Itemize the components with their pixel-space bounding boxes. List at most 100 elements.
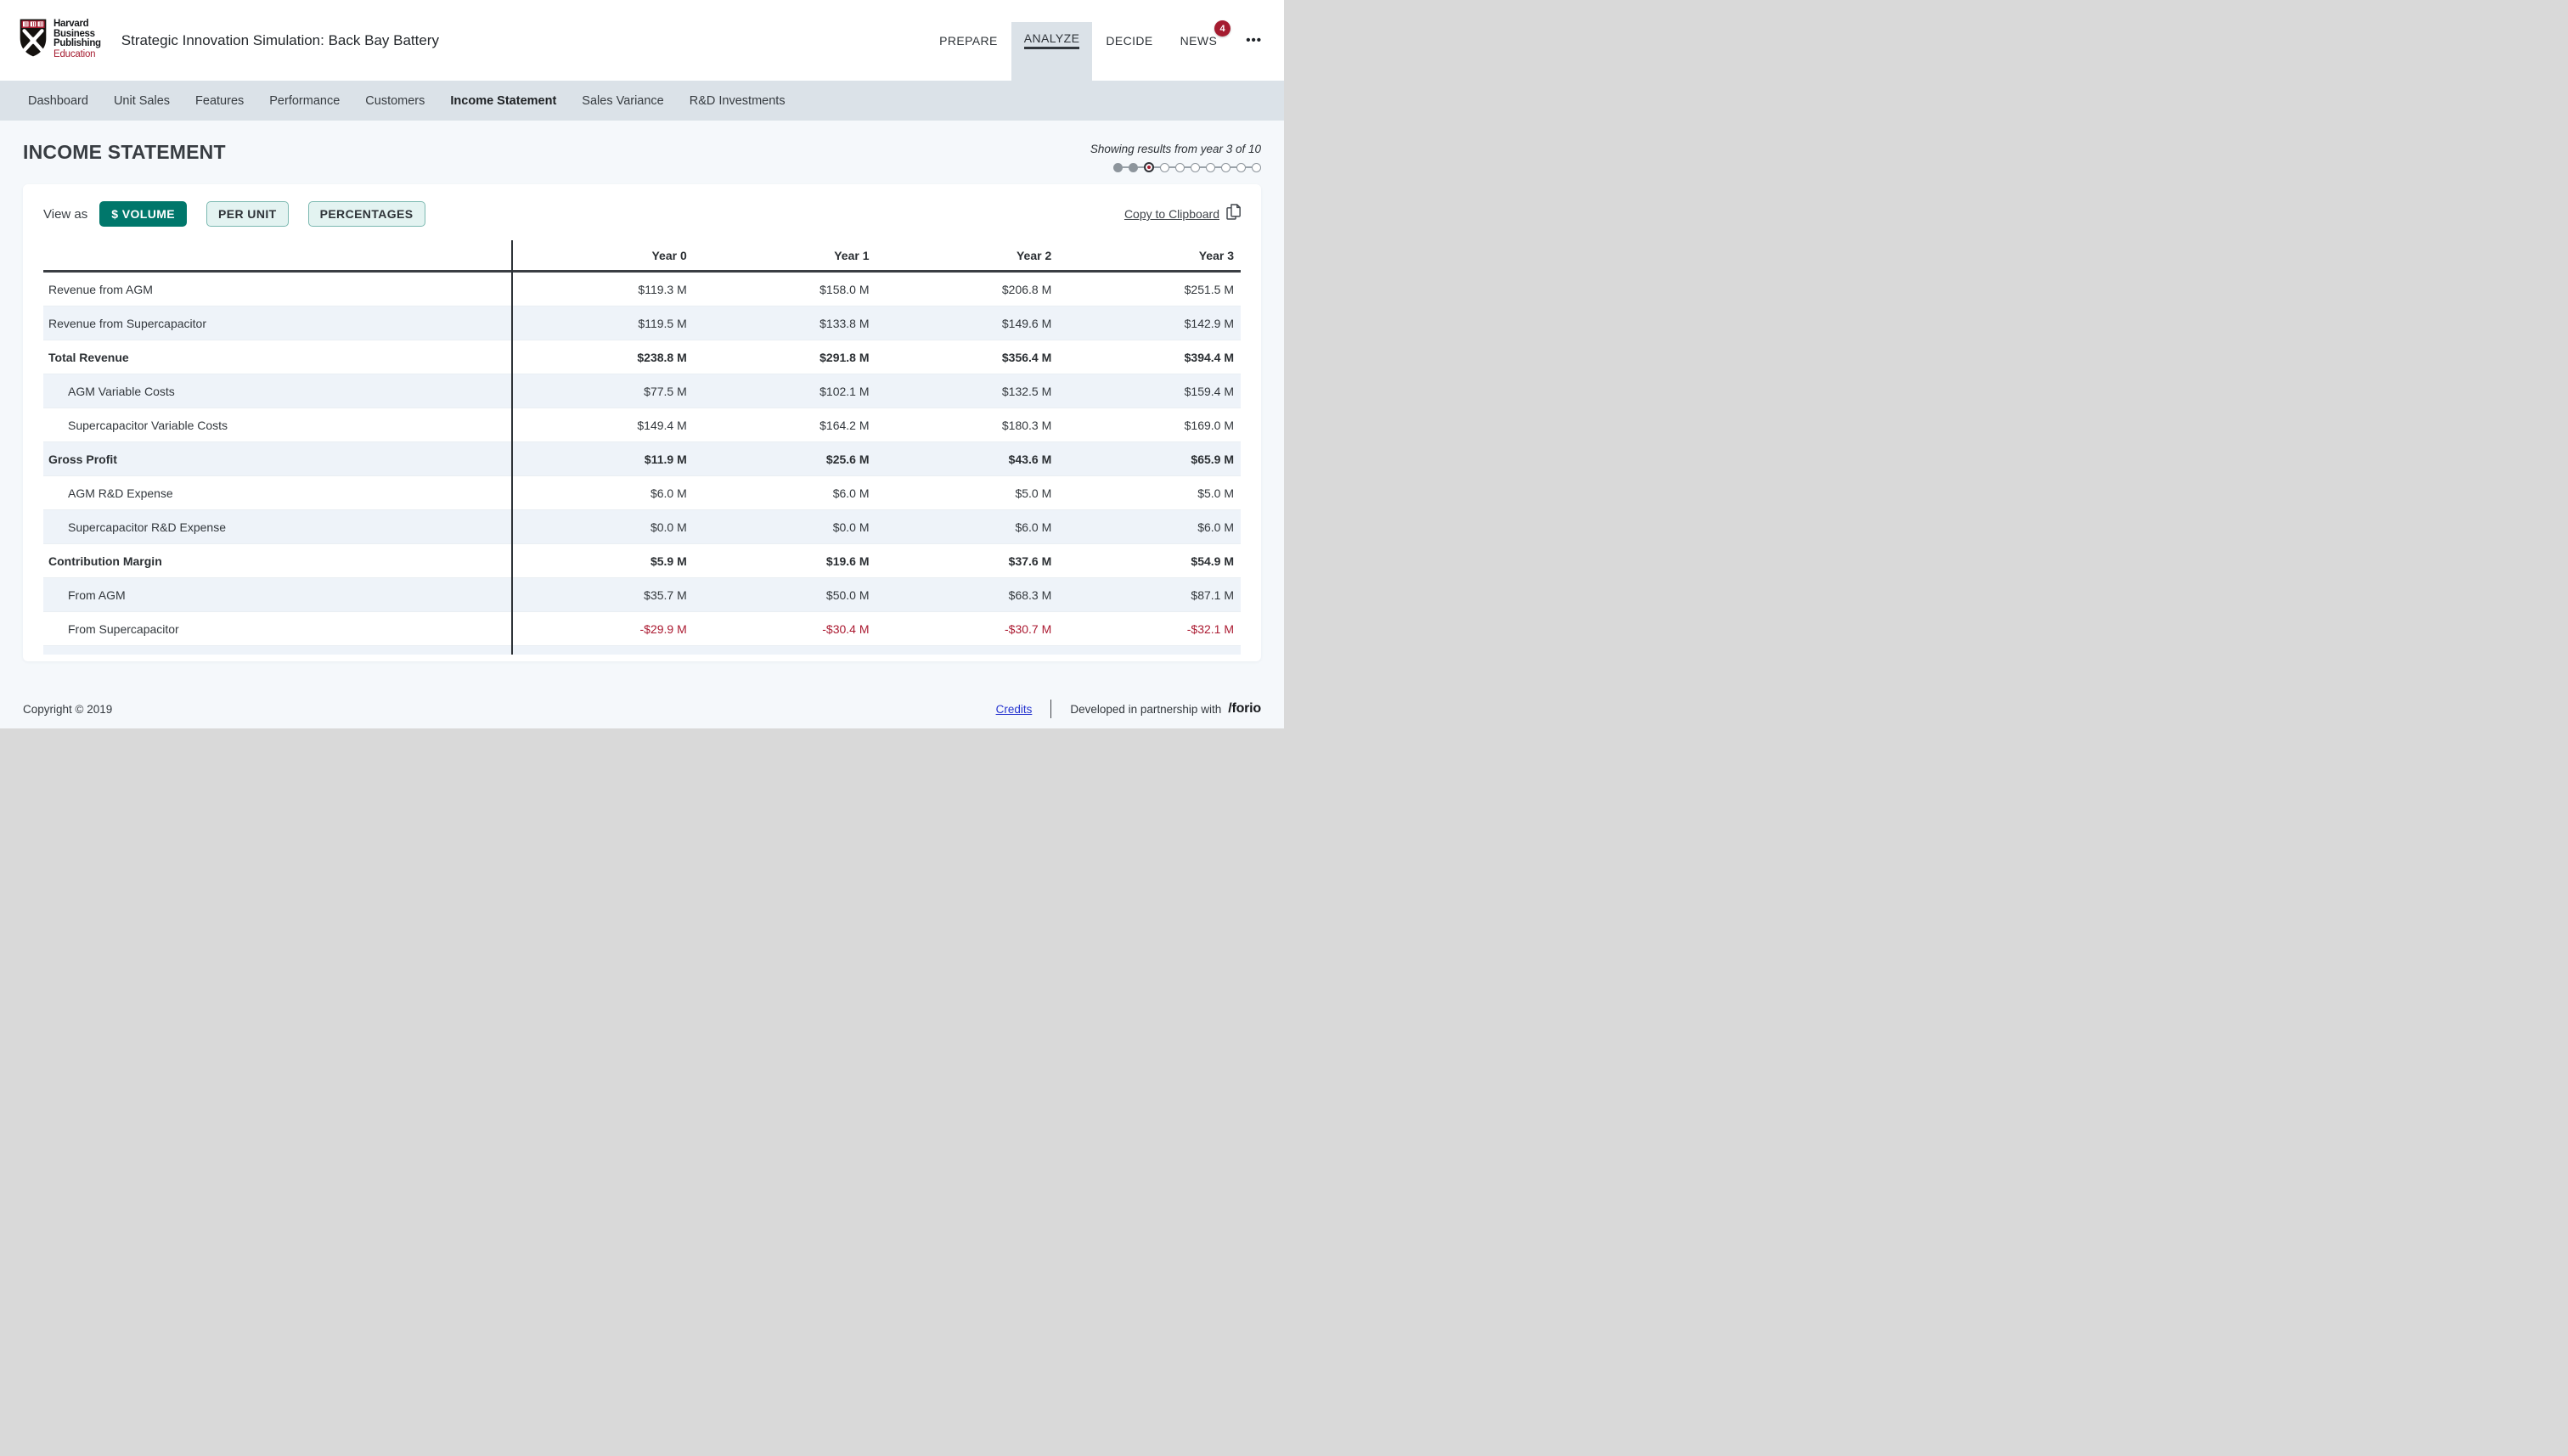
cell-value: -$30.7 M (876, 622, 1059, 636)
more-menu-button[interactable]: ••• (1242, 0, 1265, 81)
cell-value: $25.6 M (694, 453, 876, 466)
partnership-text: Developed in partnership with (1070, 703, 1221, 716)
progress-connector (1185, 166, 1191, 168)
table-row-supercapacitor-variable-costs: Supercapacitor Variable Costs$149.4 M$16… (43, 408, 1241, 442)
cell-value: $54.9 M (1058, 554, 1241, 568)
clipped-next-row (43, 646, 1241, 655)
view-mode-per-unit[interactable]: PER UNIT (206, 201, 289, 227)
results-block: Showing results from year 3 of 10 (1090, 143, 1261, 172)
year-dot-1[interactable] (1113, 163, 1123, 172)
column-header: Year 1 (694, 249, 876, 262)
year-dot-7[interactable] (1206, 163, 1215, 172)
cell-value: $206.8 M (876, 283, 1059, 296)
row-label: Revenue from Supercapacitor (43, 317, 511, 330)
cell-value: $77.5 M (511, 385, 694, 398)
year-dot-10[interactable] (1252, 163, 1261, 172)
copy-to-clipboard-button[interactable]: Copy to Clipboard (1124, 204, 1241, 224)
year-dot-6[interactable] (1191, 163, 1200, 172)
cell-value: $142.9 M (1058, 317, 1241, 330)
page-footer: Copyright © 2019 Credits Developed in pa… (23, 700, 1261, 718)
progress-connector (1154, 166, 1160, 168)
year-dot-8[interactable] (1221, 163, 1230, 172)
row-label: From Supercapacitor (43, 622, 511, 636)
cell-value: $19.6 M (694, 554, 876, 568)
cell-value: $6.0 M (511, 486, 694, 500)
cell-value: $119.5 M (511, 317, 694, 330)
subnav-item-customers[interactable]: Customers (365, 94, 425, 108)
row-label: Supercapacitor Variable Costs (43, 419, 511, 432)
table-row-revenue-from-supercapacitor: Revenue from Supercapacitor$119.5 M$133.… (43, 306, 1241, 340)
year-dot-3[interactable] (1144, 162, 1154, 172)
row-label: Contribution Margin (43, 554, 511, 568)
nav-prepare[interactable]: PREPARE (926, 0, 1011, 81)
subnav-item-performance[interactable]: Performance (269, 94, 340, 108)
subnav-item-features[interactable]: Features (195, 94, 244, 108)
cell-value: $5.0 M (1058, 486, 1241, 500)
subnav-item-income-statement[interactable]: Income Statement (450, 94, 556, 108)
view-mode--volume[interactable]: $ VOLUME (99, 201, 187, 227)
cell-value: $35.7 M (511, 588, 694, 602)
top-header: Harvard Business Publishing Education St… (0, 0, 1284, 81)
income-statement-table: Year 0Year 1Year 2Year 3 Revenue from AG… (43, 240, 1241, 655)
subnav-item-unit-sales[interactable]: Unit Sales (114, 94, 170, 108)
progress-connector (1123, 166, 1129, 168)
nav-decide[interactable]: DECIDE (1092, 0, 1166, 81)
cell-value: $149.6 M (876, 317, 1059, 330)
cell-value: $159.4 M (1058, 385, 1241, 398)
progress-connector (1200, 166, 1206, 168)
year-progress-dots (1113, 162, 1261, 172)
progress-connector (1169, 166, 1175, 168)
subnav-item-r-d-investments[interactable]: R&D Investments (690, 94, 786, 108)
table-divider-line (511, 240, 513, 655)
news-badge: 4 (1214, 20, 1230, 37)
cell-value: $102.1 M (694, 385, 876, 398)
cell-value: $164.2 M (694, 419, 876, 432)
subnav-item-sales-variance[interactable]: Sales Variance (582, 94, 663, 108)
hbs-shield-icon (19, 18, 48, 62)
app-title: Strategic Innovation Simulation: Back Ba… (121, 32, 439, 49)
cell-value: $65.9 M (1058, 453, 1241, 466)
nav-analyze[interactable]: ANALYZE (1011, 0, 1093, 81)
table-body: Revenue from AGM$119.3 M$158.0 M$206.8 M… (43, 273, 1241, 646)
cell-value: $149.4 M (511, 419, 694, 432)
year-dot-5[interactable] (1175, 163, 1185, 172)
page-head: INCOME STATEMENT Showing results from ye… (23, 141, 1261, 172)
cell-value: $6.0 M (876, 520, 1059, 534)
table-row-from-supercapacitor: From Supercapacitor-$29.9 M-$30.4 M-$30.… (43, 612, 1241, 646)
year-dot-9[interactable] (1236, 163, 1246, 172)
progress-connector (1138, 166, 1144, 168)
row-label: AGM Variable Costs (43, 385, 511, 398)
cell-value: $50.0 M (694, 588, 876, 602)
cell-value: $394.4 M (1058, 351, 1241, 364)
nav-label: ANALYZE (1024, 31, 1080, 49)
table-row-supercapacitor-r-d-expense: Supercapacitor R&D Expense$0.0 M$0.0 M$6… (43, 510, 1241, 544)
view-toolbar: View as $ VOLUMEPER UNITPERCENTAGES Copy… (43, 201, 1241, 227)
logo-line-education: Education (54, 49, 101, 60)
cell-value: $0.0 M (694, 520, 876, 534)
cell-value: $43.6 M (876, 453, 1059, 466)
copyright-text: Copyright © 2019 (23, 703, 112, 716)
view-mode-percentages[interactable]: PERCENTAGES (308, 201, 425, 227)
cell-value: $68.3 M (876, 588, 1059, 602)
progress-connector (1246, 166, 1252, 168)
cell-value: $180.3 M (876, 419, 1059, 432)
year-dot-4[interactable] (1160, 163, 1169, 172)
cell-value: $158.0 M (694, 283, 876, 296)
results-note: Showing results from year 3 of 10 (1090, 143, 1261, 155)
progress-connector (1215, 166, 1221, 168)
copy-icon (1226, 204, 1241, 224)
cell-value: $37.6 M (876, 554, 1059, 568)
cell-value: $5.0 M (876, 486, 1059, 500)
nav-news[interactable]: NEWS4 (1167, 0, 1231, 81)
cell-value: $6.0 M (694, 486, 876, 500)
copy-to-clipboard-label: Copy to Clipboard (1124, 207, 1219, 221)
cell-value: -$32.1 M (1058, 622, 1241, 636)
subnav-item-dashboard[interactable]: Dashboard (28, 94, 88, 108)
cell-value: -$29.9 M (511, 622, 694, 636)
credits-link[interactable]: Credits (996, 703, 1033, 716)
footer-right: Credits Developed in partnership with /f… (996, 700, 1261, 718)
year-dot-2[interactable] (1129, 163, 1138, 172)
forio-logo: /forio (1228, 701, 1261, 717)
table-header-row: Year 0Year 1Year 2Year 3 (43, 240, 1241, 273)
cell-value: $238.8 M (511, 351, 694, 364)
